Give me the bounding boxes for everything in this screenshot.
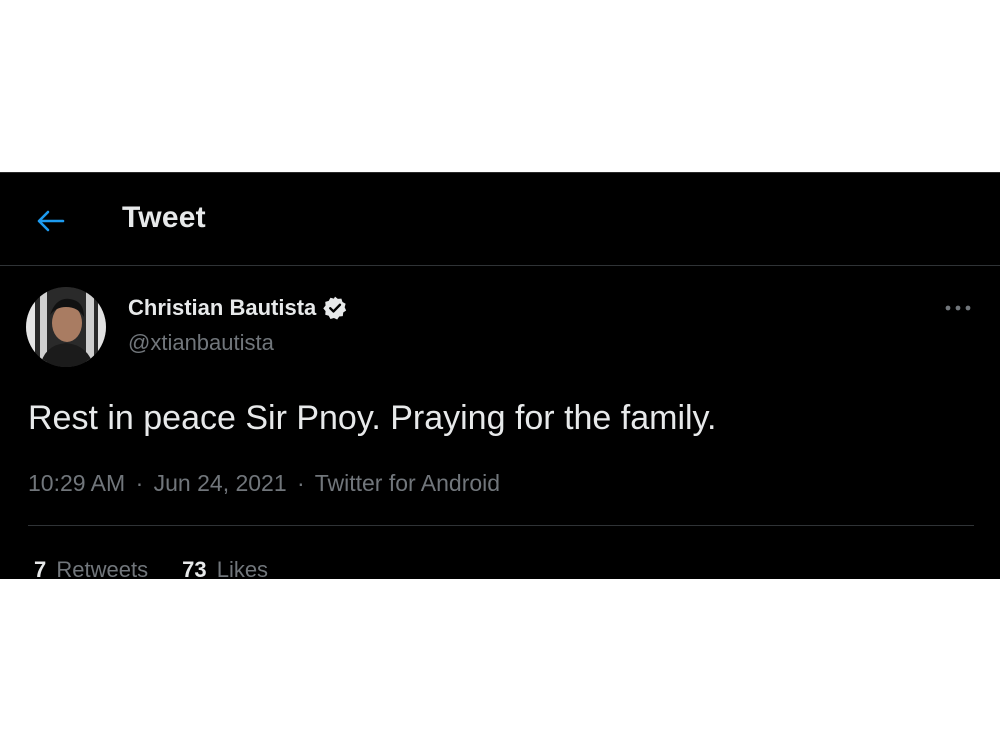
tweet-source[interactable]: Twitter for Android	[315, 470, 500, 496]
tweet-date[interactable]: Jun 24, 2021	[154, 470, 287, 496]
retweets-stat[interactable]: 7 Retweets	[34, 557, 148, 579]
likes-label: Likes	[216, 557, 269, 579]
engagement-stats: 7 Retweets 73 Likes	[34, 557, 302, 579]
retweets-count: 7	[34, 557, 47, 579]
display-name: Christian Bautista	[128, 295, 317, 320]
likes-stat[interactable]: 73 Likes	[182, 557, 268, 579]
page-title: Tweet	[122, 201, 206, 234]
avatar[interactable]	[26, 287, 106, 367]
more-horizontal-icon	[945, 305, 971, 311]
back-button[interactable]	[28, 199, 72, 243]
tweet-metadata: 10:29 AM · Jun 24, 2021 · Twitter for An…	[28, 470, 500, 497]
tweet-time[interactable]: 10:29 AM	[28, 470, 125, 496]
tweet-screenshot: Tweet Christian Bautista @xtianbautista …	[0, 172, 1000, 579]
more-options-button[interactable]	[940, 293, 976, 323]
profile-photo	[26, 287, 106, 367]
likes-count: 73	[182, 557, 207, 579]
meta-separator: ·	[297, 470, 305, 496]
meta-separator: ·	[135, 470, 144, 496]
tweet-text: Rest in peace Sir Pnoy. Praying for the …	[28, 399, 717, 437]
divider	[28, 525, 974, 526]
retweets-label: Retweets	[56, 557, 149, 579]
author-name-row[interactable]: Christian Bautista	[128, 295, 348, 321]
verified-badge-icon	[323, 296, 347, 320]
arrow-left-icon	[37, 210, 65, 232]
user-handle[interactable]: @xtianbautista	[128, 330, 274, 356]
tweet-header: Tweet	[0, 173, 1000, 266]
